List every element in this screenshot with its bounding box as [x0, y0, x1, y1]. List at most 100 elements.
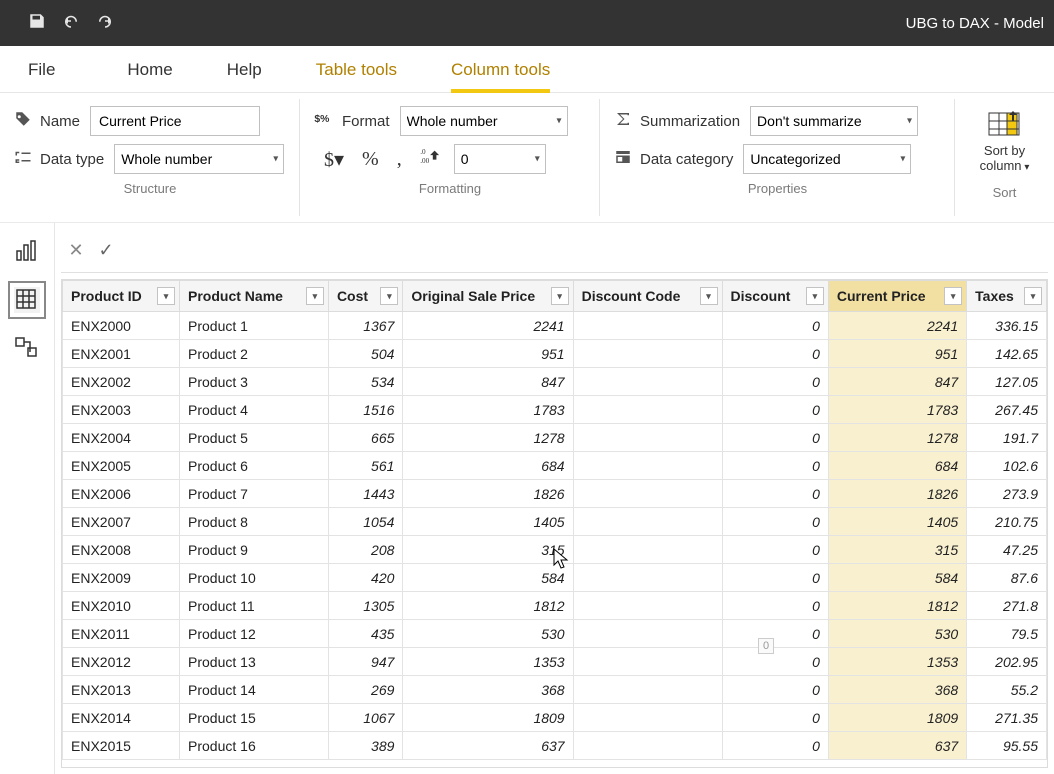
cell[interactable]: 191.7 [967, 424, 1047, 452]
cell[interactable]: ENX2001 [63, 340, 180, 368]
cell[interactable]: Product 5 [180, 424, 329, 452]
cell[interactable]: 0 [722, 648, 828, 676]
cell[interactable]: 315 [403, 536, 573, 564]
cell[interactable]: 1067 [328, 704, 402, 732]
cell[interactable]: Product 7 [180, 480, 329, 508]
filter-icon[interactable]: ▾ [806, 287, 824, 305]
cell[interactable]: 0 [722, 704, 828, 732]
cell[interactable] [573, 592, 722, 620]
cell[interactable]: 1305 [328, 592, 402, 620]
cell[interactable] [573, 704, 722, 732]
cell[interactable]: Product 12 [180, 620, 329, 648]
cell[interactable]: 1812 [828, 592, 966, 620]
cell[interactable]: ENX2011 [63, 620, 180, 648]
filter-icon[interactable]: ▾ [551, 287, 569, 305]
cell[interactable]: 79.5 [967, 620, 1047, 648]
cell[interactable]: 2241 [403, 312, 573, 340]
cell[interactable]: 0 [722, 508, 828, 536]
cell[interactable]: 951 [403, 340, 573, 368]
filter-icon[interactable]: ▾ [1024, 287, 1042, 305]
cell[interactable]: 1353 [403, 648, 573, 676]
cell[interactable]: ENX2013 [63, 676, 180, 704]
menu-home[interactable]: Home [109, 50, 190, 92]
cell[interactable]: 1443 [328, 480, 402, 508]
filter-icon[interactable]: ▾ [306, 287, 324, 305]
cell[interactable]: Product 8 [180, 508, 329, 536]
cell[interactable]: 87.6 [967, 564, 1047, 592]
cell[interactable] [573, 648, 722, 676]
cell[interactable]: 389 [328, 732, 402, 760]
cell[interactable]: 208 [328, 536, 402, 564]
cell[interactable]: ENX2015 [63, 732, 180, 760]
cell[interactable]: 847 [828, 368, 966, 396]
column-header[interactable]: Cost▾ [328, 281, 402, 312]
table-row[interactable]: ENX2005Product 65616840684102.6 [63, 452, 1047, 480]
cell[interactable]: 142.65 [967, 340, 1047, 368]
cell[interactable]: 665 [328, 424, 402, 452]
cell[interactable]: 1826 [828, 480, 966, 508]
table-row[interactable]: ENX2004Product 5665127801278191.7 [63, 424, 1047, 452]
cell[interactable]: 530 [828, 620, 966, 648]
cell[interactable]: 271.8 [967, 592, 1047, 620]
cell[interactable]: 0 [722, 564, 828, 592]
cell[interactable]: 584 [403, 564, 573, 592]
menu-file[interactable]: File [22, 50, 77, 92]
cell[interactable] [573, 676, 722, 704]
cell[interactable]: 55.2 [967, 676, 1047, 704]
cell[interactable] [573, 732, 722, 760]
cell[interactable]: 534 [328, 368, 402, 396]
cell[interactable]: 1278 [828, 424, 966, 452]
column-header[interactable]: Discount▾ [722, 281, 828, 312]
cell[interactable]: 1809 [828, 704, 966, 732]
cell[interactable]: 504 [328, 340, 402, 368]
cell[interactable]: 1405 [828, 508, 966, 536]
cell[interactable]: 561 [328, 452, 402, 480]
cell[interactable]: 435 [328, 620, 402, 648]
cell[interactable]: Product 3 [180, 368, 329, 396]
cell[interactable]: 210.75 [967, 508, 1047, 536]
cell[interactable]: ENX2010 [63, 592, 180, 620]
cell[interactable]: Product 1 [180, 312, 329, 340]
table-row[interactable]: ENX2006Product 71443182601826273.9 [63, 480, 1047, 508]
cell[interactable] [573, 564, 722, 592]
table-row[interactable]: ENX2002Product 35348470847127.05 [63, 368, 1047, 396]
cell[interactable]: 0 [722, 620, 828, 648]
cell[interactable]: ENX2004 [63, 424, 180, 452]
cell[interactable] [573, 536, 722, 564]
cell[interactable]: 269 [328, 676, 402, 704]
model-view-button[interactable] [14, 335, 40, 361]
table-row[interactable]: ENX2000Product 11367224102241336.15 [63, 312, 1047, 340]
column-header[interactable]: Taxes▾ [967, 281, 1047, 312]
cell[interactable]: 0 [722, 536, 828, 564]
cell[interactable]: 1809 [403, 704, 573, 732]
cell[interactable] [573, 452, 722, 480]
cell[interactable]: 1783 [403, 396, 573, 424]
cell[interactable]: 95.55 [967, 732, 1047, 760]
cell[interactable]: ENX2008 [63, 536, 180, 564]
comma-button[interactable]: , [391, 148, 408, 171]
cell[interactable]: 1783 [828, 396, 966, 424]
cell[interactable]: 271.35 [967, 704, 1047, 732]
formula-cancel-button[interactable]: ✕ [61, 240, 91, 261]
cell[interactable] [573, 480, 722, 508]
cell[interactable]: ENX2000 [63, 312, 180, 340]
datatype-select[interactable] [114, 144, 284, 174]
cell[interactable]: 947 [328, 648, 402, 676]
formula-input[interactable] [121, 236, 1048, 266]
cell[interactable]: ENX2012 [63, 648, 180, 676]
table-row[interactable]: ENX2009Product 10420584058487.6 [63, 564, 1047, 592]
name-input[interactable] [90, 106, 260, 136]
table-row[interactable]: ENX2013Product 14269368036855.2 [63, 676, 1047, 704]
summarization-select[interactable] [750, 106, 918, 136]
cell[interactable]: 0 [722, 312, 828, 340]
column-header[interactable]: Product Name▾ [180, 281, 329, 312]
menu-help[interactable]: Help [209, 50, 280, 92]
cell[interactable]: 0 [722, 368, 828, 396]
cell[interactable]: Product 2 [180, 340, 329, 368]
table-row[interactable]: ENX2012Product 13947135301353202.95 [63, 648, 1047, 676]
cell[interactable]: Product 9 [180, 536, 329, 564]
cell[interactable]: 530 [403, 620, 573, 648]
cell[interactable]: ENX2014 [63, 704, 180, 732]
table-row[interactable]: ENX2015Product 16389637063795.55 [63, 732, 1047, 760]
cell[interactable]: 584 [828, 564, 966, 592]
